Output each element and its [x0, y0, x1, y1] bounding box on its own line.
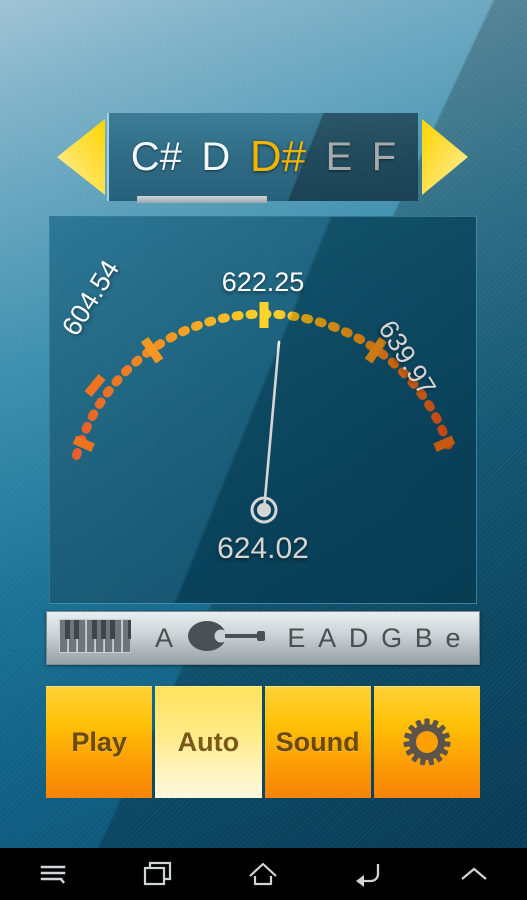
android-navigation-bar — [0, 848, 527, 900]
string-item-3[interactable]: G — [381, 623, 402, 654]
string-item-4[interactable]: B — [415, 623, 433, 654]
piano-keys-icon[interactable] — [59, 618, 131, 658]
triangle-right-icon — [422, 119, 468, 195]
triangle-left-icon — [57, 119, 105, 195]
string-list: E A D G B e — [281, 623, 467, 654]
back-icon — [355, 864, 380, 887]
gear-icon — [403, 718, 451, 766]
nav-expand-button[interactable] — [434, 848, 514, 900]
instrument-string-bar: A E A D G B e — [46, 611, 480, 665]
home-icon — [249, 862, 278, 886]
string-item-1[interactable]: A — [318, 623, 336, 654]
nav-home-button[interactable] — [223, 848, 303, 900]
auto-button[interactable]: Auto — [155, 686, 262, 798]
note-item-4[interactable]: F — [372, 137, 396, 177]
guitar-icon[interactable] — [187, 620, 269, 657]
settings-button[interactable] — [373, 686, 480, 798]
note-strip[interactable]: C# D D# E F — [107, 113, 418, 201]
control-button-row: Play Auto Sound — [46, 686, 480, 798]
string-item-5[interactable]: e — [446, 623, 461, 654]
note-item-3[interactable]: E — [326, 137, 353, 177]
instrument-note-label[interactable]: A — [155, 623, 173, 654]
needle-pivot-dot — [257, 503, 271, 517]
note-item-0[interactable]: C# — [131, 137, 182, 177]
nav-back-button[interactable] — [329, 848, 409, 900]
nav-menu-button[interactable] — [13, 848, 93, 900]
play-button[interactable]: Play — [46, 686, 153, 798]
string-item-2[interactable]: D — [349, 623, 369, 654]
next-note-arrow[interactable] — [418, 113, 470, 201]
menu-icon — [40, 865, 65, 884]
note-item-1[interactable]: D — [201, 137, 230, 177]
note-list: C# D D# E F — [109, 113, 418, 201]
needle-indicator — [262, 340, 281, 512]
note-selector: C# D D# E F — [55, 113, 470, 201]
note-scrollbar[interactable] — [137, 196, 267, 203]
prev-note-arrow[interactable] — [55, 113, 107, 201]
string-item-0[interactable]: E — [287, 623, 305, 654]
recents-icon — [143, 861, 172, 886]
chevron-up-icon — [461, 867, 487, 880]
note-item-2-selected[interactable]: D# — [250, 135, 306, 179]
frequency-readout: 624.02 — [217, 532, 309, 565]
tuner-gauge-panel: 622.25 604.54 639.97 624.02 — [49, 216, 477, 604]
sound-button[interactable]: Sound — [264, 686, 371, 798]
nav-recents-button[interactable] — [118, 848, 198, 900]
